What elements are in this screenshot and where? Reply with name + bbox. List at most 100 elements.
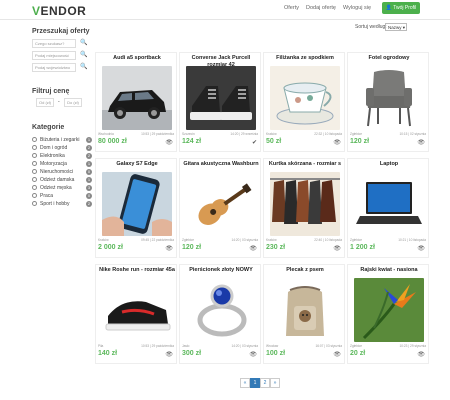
jackets-image[interactable] xyxy=(270,172,340,236)
nav-add-offer-link[interactable]: Dodaj ofertę xyxy=(306,5,336,11)
listing-title[interactable]: Kurtka skórzana - rozmiar s xyxy=(266,161,344,168)
logo[interactable]: VENDOR xyxy=(32,4,86,18)
bird-of-paradise-image[interactable] xyxy=(354,278,424,342)
category-real-estate[interactable]: Nieruchomości 0 xyxy=(32,168,92,176)
region-search-icon[interactable]: 🔍 xyxy=(80,63,87,70)
pagination-page-2[interactable]: 2 xyxy=(260,378,270,388)
listing-price: 2 000 zł xyxy=(98,244,123,251)
listing-card[interactable]: Galaxy S7 Edge Kraków 09:45 | 22 paździe… xyxy=(95,158,177,258)
eye-icon[interactable]: 👁 xyxy=(249,245,257,252)
listing-card[interactable]: Converse Jack Purcell rozmiar 42 Szczeci… xyxy=(179,52,261,152)
listing-title[interactable]: Gitara akustyczna Washburn xyxy=(182,161,260,168)
eye-icon[interactable]: 👁 xyxy=(249,351,257,358)
count-badge: 1 xyxy=(86,160,92,167)
listing-card[interactable]: Rajski kwiat - nasiona Zgłebice 10:23 | … xyxy=(347,264,429,364)
count-badge: 3 xyxy=(86,184,92,191)
listing-title[interactable]: Pierścionek złoty NOWY xyxy=(182,267,260,274)
category-womens-clothing[interactable]: Odzież damska 1 xyxy=(32,176,92,184)
count-badge: 2 xyxy=(86,152,92,159)
sort-select[interactable]: Nazwy ▾ xyxy=(385,23,407,31)
sort-label: Sortuj według: xyxy=(355,24,387,30)
eye-icon[interactable]: 👁 xyxy=(333,245,341,252)
listing-card[interactable]: Kurtka skórzana - rozmiar s Kraków 22:40… xyxy=(263,158,345,258)
price-to-input[interactable]: Do (zł) xyxy=(64,98,82,107)
listing-date: 10:53 | 29 października xyxy=(141,344,174,348)
listing-card[interactable]: Plecak z psem Wrocław 16:07 | 03 styczni… xyxy=(263,264,345,364)
eye-icon[interactable]: 👁 xyxy=(417,245,425,252)
listing-title[interactable]: Plecak z psem xyxy=(266,267,344,274)
listing-title[interactable]: Filiżanka ze spodkiem xyxy=(266,55,344,62)
listing-card[interactable]: Nike Roshe run - rozmiar 45a Piła 10:53 … xyxy=(95,264,177,364)
backpack-image[interactable] xyxy=(270,278,340,342)
count-badge: 0 xyxy=(86,168,92,175)
listing-card[interactable]: Pierścionek złoty NOWY Jasło 14:20 | 03 … xyxy=(179,264,261,364)
guitar-image[interactable] xyxy=(186,172,256,236)
eye-icon[interactable]: 👁 xyxy=(165,245,173,252)
listing-card[interactable]: Fotel ogrodowy Zgłebice 10:15 | 02 stycz… xyxy=(347,52,429,152)
listing-card[interactable]: Filiżanka ze spodkiem Kraków 22:32 | 10 … xyxy=(263,52,345,152)
count-badge: 1 xyxy=(86,176,92,183)
garden-chair-image[interactable] xyxy=(354,66,424,130)
radio-icon xyxy=(32,169,37,174)
listing-location: Kraków xyxy=(98,238,109,242)
city-search-icon[interactable]: 🔍 xyxy=(80,51,87,58)
user-icon: 👤 xyxy=(385,5,392,11)
listing-title[interactable]: Rajski kwiat - nasiona xyxy=(350,267,428,274)
category-mens-clothing[interactable]: Odzież męska 3 xyxy=(32,184,92,192)
listing-location: Kraków xyxy=(266,238,277,242)
category-electronics[interactable]: Elektronika 2 xyxy=(32,152,92,160)
laptop-image[interactable] xyxy=(354,172,424,236)
eye-icon[interactable]: 👁 xyxy=(333,139,341,146)
car-image[interactable] xyxy=(102,66,172,130)
category-sport-hobby[interactable]: Sport i hobby 2 xyxy=(32,200,92,208)
listing-price: 100 zł xyxy=(266,350,286,357)
nav-logout-link[interactable]: Wyloguj się xyxy=(343,5,371,11)
listing-title[interactable]: Galaxy S7 Edge xyxy=(98,161,176,168)
eye-icon[interactable]: 👁 xyxy=(417,351,425,358)
eye-icon[interactable]: 👁 xyxy=(165,351,173,358)
listing-location: Wschodnia xyxy=(98,132,114,136)
city-input[interactable]: Podaj miejscowość xyxy=(32,51,76,60)
ring-image[interactable] xyxy=(186,278,256,342)
pagination-page-1[interactable]: 1 xyxy=(250,378,260,388)
eye-icon[interactable]: 👁 xyxy=(333,351,341,358)
listing-price: 120 zł xyxy=(350,138,370,145)
listing-card[interactable]: Laptop Zgłebice 10:21 | 10 listopada 1 2… xyxy=(347,158,429,258)
radio-icon xyxy=(32,177,37,182)
category-jobs[interactable]: Praca 0 xyxy=(32,192,92,200)
listing-location: Szczecin xyxy=(182,132,195,136)
nike-shoe-image[interactable] xyxy=(102,278,172,342)
pagination-prev[interactable]: « xyxy=(240,378,250,388)
listing-price: 230 zł xyxy=(266,244,286,251)
search-icon[interactable]: 🔍 xyxy=(80,39,87,46)
profile-button[interactable]: 👤 Twój Profil xyxy=(382,2,420,14)
sneakers-image[interactable] xyxy=(186,66,256,130)
listing-date: 09:45 | 22 października xyxy=(141,238,174,242)
listing-location: Piła xyxy=(98,344,104,348)
count-badge: 1 xyxy=(86,136,92,143)
listing-title[interactable]: Nike Roshe run - rozmiar 45a xyxy=(98,267,176,274)
eye-icon[interactable]: 👁 xyxy=(165,139,173,146)
top-navbar: VENDOR Oferty Dodaj ofertę Wyloguj się 👤… xyxy=(0,0,450,20)
check-icon[interactable]: ✔ xyxy=(252,139,257,146)
price-separator: - xyxy=(58,99,60,105)
listing-title[interactable]: Audi a5 sportback xyxy=(98,55,176,62)
teacup-image[interactable] xyxy=(270,66,340,130)
phone-image[interactable] xyxy=(102,172,172,236)
search-input[interactable]: Czego szukasz? xyxy=(32,39,76,48)
radio-icon xyxy=(32,145,37,150)
radio-icon xyxy=(32,153,37,158)
eye-icon[interactable]: 👁 xyxy=(417,139,425,146)
listing-card[interactable]: Audi a5 sportback Wschodnia 10:53 | 29 p… xyxy=(95,52,177,152)
price-from-input[interactable]: Od (zł) xyxy=(36,98,54,107)
listing-date: 10:23 | 29 stycznia xyxy=(399,344,426,348)
pagination-next[interactable]: » xyxy=(270,378,280,388)
category-home-garden[interactable]: Dom i ogród 2 xyxy=(32,144,92,152)
listing-title[interactable]: Laptop xyxy=(350,161,428,168)
listing-card[interactable]: Gitara akustyczna Washburn Zgłebice 14:2… xyxy=(179,158,261,258)
region-input[interactable]: Podaj województwo xyxy=(32,63,76,72)
listing-title[interactable]: Fotel ogrodowy xyxy=(350,55,428,62)
nav-offers-link[interactable]: Oferty xyxy=(284,5,299,11)
category-automotive[interactable]: Motoryzacja 1 xyxy=(32,160,92,168)
category-jewelry[interactable]: Biżuteria i zegarki 1 xyxy=(32,136,92,144)
